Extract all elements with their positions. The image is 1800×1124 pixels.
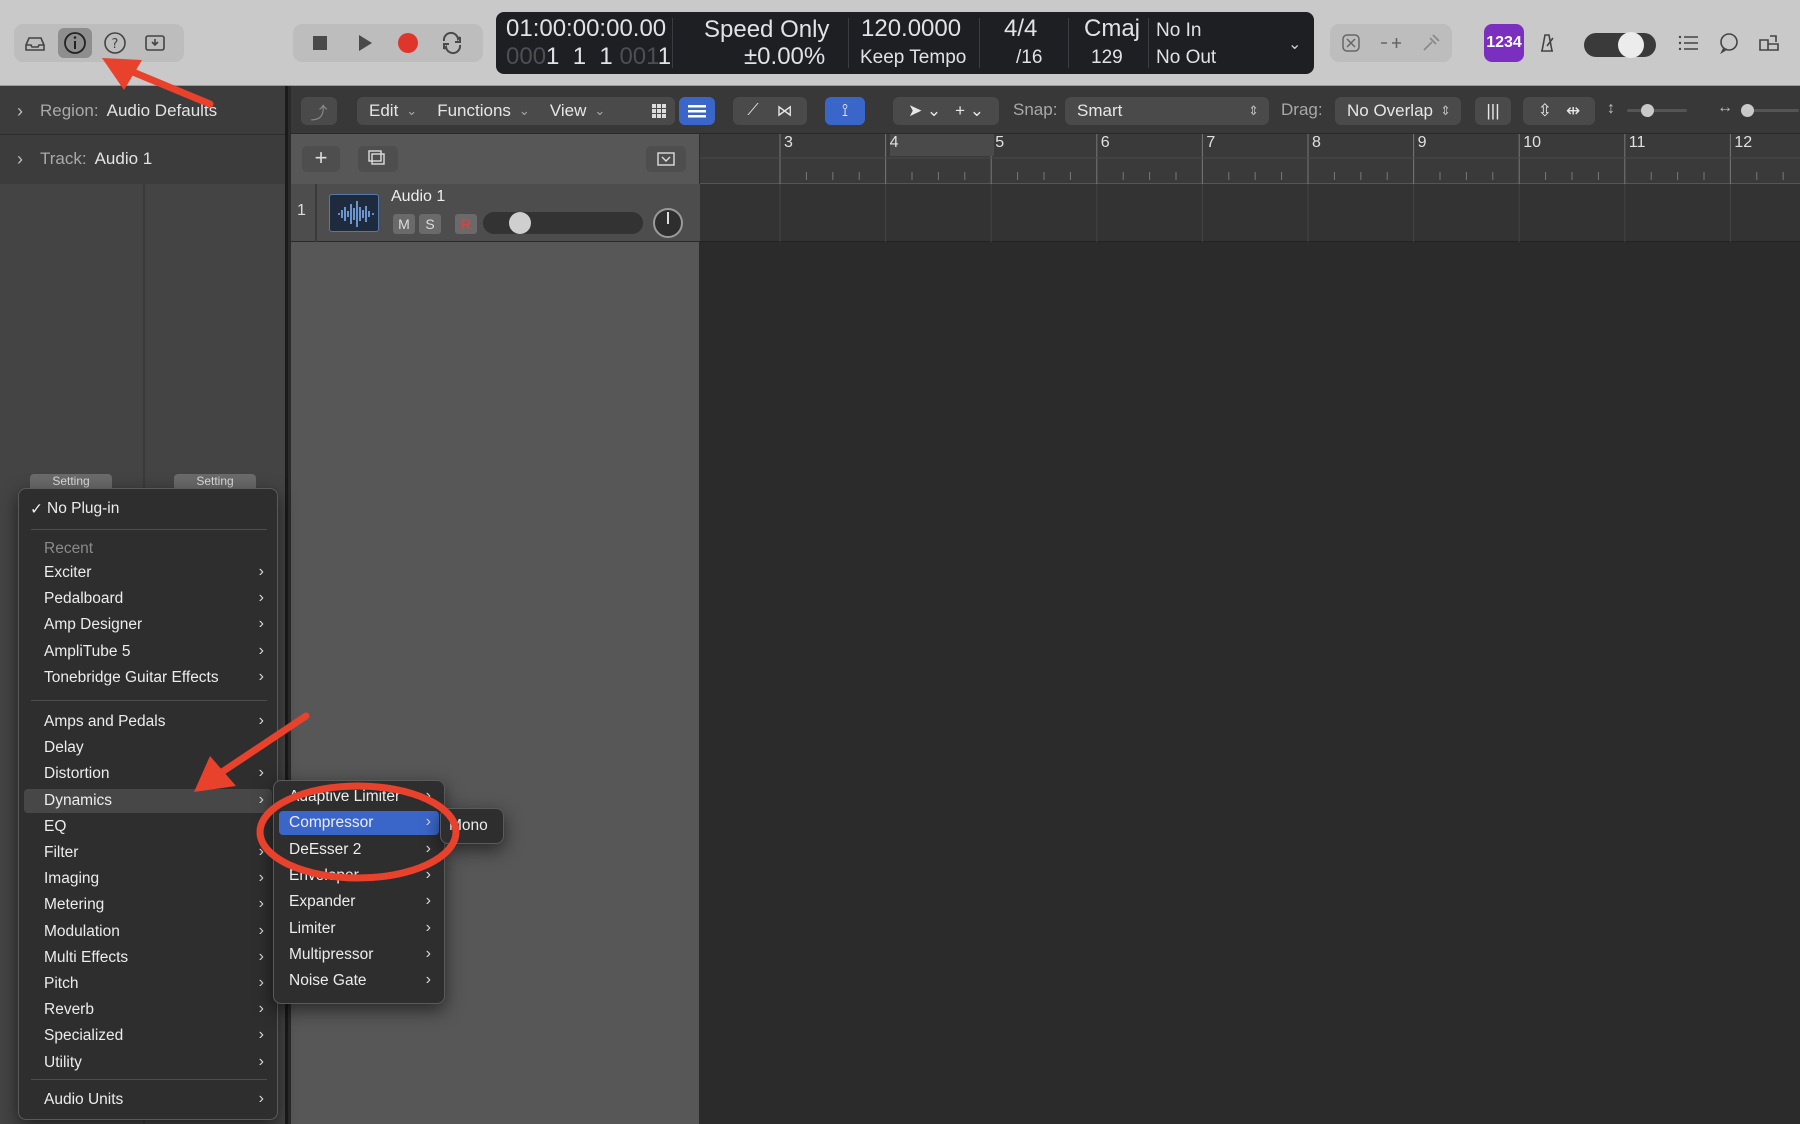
annotation-arrow-inspector: [102, 58, 214, 108]
annotation-circle-compressor: [256, 782, 460, 882]
annotation-arrow-dynamics: [194, 712, 310, 792]
annotation-overlay: [102, 58, 460, 882]
